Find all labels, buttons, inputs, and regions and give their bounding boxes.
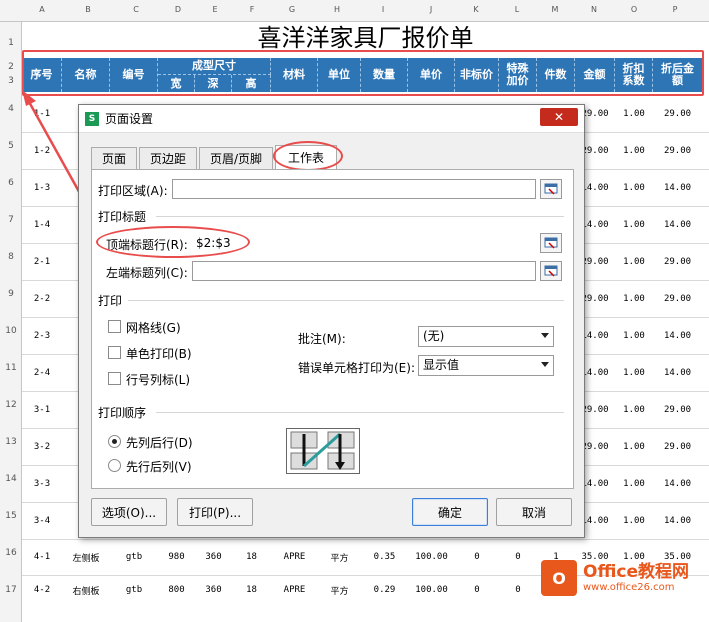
watermark-main: Office教程网 [583, 562, 690, 582]
print-titles-label: 打印标题 [98, 210, 147, 224]
order-down-radio[interactable] [108, 435, 121, 448]
divider [156, 412, 564, 413]
close-button[interactable]: ✕ [540, 108, 578, 126]
rowcol-headers-label[interactable]: 行号列标(L) [126, 371, 190, 388]
dialog-titlebar[interactable]: S 页面设置 ✕ [79, 105, 584, 133]
errors-label: 错误单元格打印为(E): [298, 361, 415, 375]
range-select-icon [544, 237, 558, 249]
options-button[interactable]: 选项(O)... [91, 498, 167, 526]
title-rows-collapse-button[interactable] [540, 233, 562, 253]
title-cols-label: 左端标题列(C): [106, 266, 188, 280]
order-over-label[interactable]: 先行后列(V) [126, 458, 192, 475]
ok-button[interactable]: 确定 [412, 498, 488, 526]
page-setup-dialog: S 页面设置 ✕ 页面 页边距 页眉/页脚 工作表 打印区域(A): 打印标题 … [78, 104, 585, 538]
print-button[interactable]: 打印(P)... [177, 498, 253, 526]
tab-highlight-ellipse [273, 141, 343, 171]
errors-select[interactable]: 显示值 [418, 355, 554, 376]
sheet-tab-panel: 打印区域(A): 打印标题 顶端标题行(R): $2:$3 左端标题列(C): … [91, 169, 574, 489]
site-watermark: O Office教程网 www.office26.com [541, 555, 709, 601]
office-logo-icon: O [541, 560, 577, 596]
chevron-down-icon [541, 333, 549, 338]
chevron-down-icon [541, 362, 549, 367]
gridlines-label[interactable]: 网格线(G) [126, 319, 181, 336]
tab-page[interactable]: 页面 [91, 147, 137, 169]
comments-select[interactable]: (无) [418, 326, 554, 347]
dialog-title: 页面设置 [105, 112, 154, 126]
rowcol-headers-checkbox[interactable] [108, 372, 121, 385]
order-over-radio[interactable] [108, 459, 121, 472]
range-select-icon [544, 265, 558, 277]
print-area-label: 打印区域(A): [98, 184, 168, 198]
print-area-collapse-button[interactable] [540, 179, 562, 199]
order-section-label: 打印顺序 [98, 406, 147, 420]
wps-logo-icon: S [85, 111, 99, 126]
cancel-button[interactable]: 取消 [496, 498, 572, 526]
tab-margins[interactable]: 页边距 [139, 147, 197, 169]
divider [156, 216, 564, 217]
divider [128, 300, 564, 301]
mono-label[interactable]: 单色打印(B) [126, 345, 192, 362]
range-select-icon [544, 183, 558, 195]
print-area-input[interactable] [172, 179, 536, 199]
print-order-preview-icon [286, 428, 360, 474]
errors-value: 显示值 [423, 358, 460, 372]
order-down-label[interactable]: 先列后行(D) [126, 434, 193, 451]
mono-checkbox[interactable] [108, 346, 121, 359]
comments-value: (无) [423, 329, 445, 343]
arrow-head-to-rows [22, 90, 36, 106]
title-rows-highlight-ellipse [96, 226, 250, 258]
comments-label: 批注(M): [298, 332, 346, 346]
watermark-text: Office教程网 www.office26.com [583, 562, 690, 594]
tab-header-footer[interactable]: 页眉/页脚 [199, 147, 273, 169]
watermark-url: www.office26.com [583, 582, 675, 593]
title-cols-collapse-button[interactable] [540, 261, 562, 281]
gridlines-checkbox[interactable] [108, 320, 121, 333]
title-cols-input[interactable] [192, 261, 536, 281]
print-section-label: 打印 [98, 294, 123, 308]
